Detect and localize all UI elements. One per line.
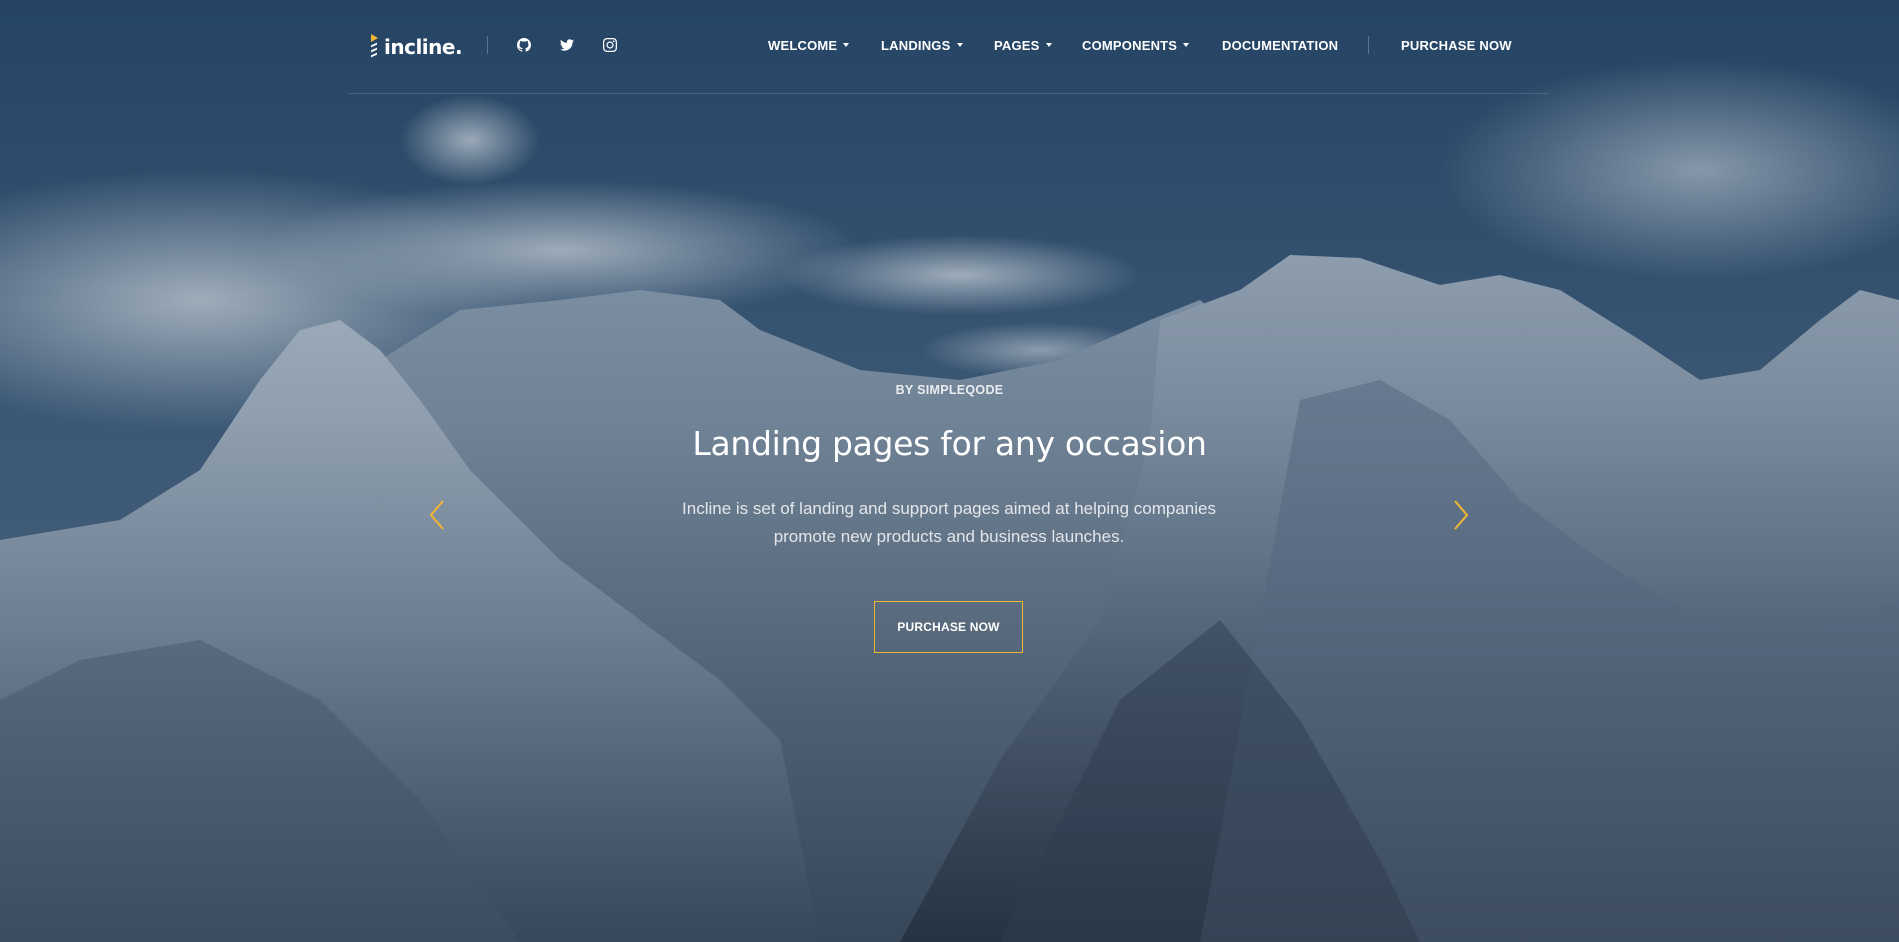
logo-mark-icon [370,34,380,60]
nav-label: LANDINGS [881,37,951,53]
nav-label: WELCOME [768,37,838,53]
chevron-right-icon [1454,500,1469,530]
nav-divider [1368,36,1369,54]
caret-down-icon [956,43,963,47]
logo[interactable]: incline. [370,32,463,62]
logo-text: incline. [384,35,463,59]
nav-item-landings[interactable]: LANDINGS [881,34,963,56]
hero-eyebrow: BY SIMPLEQODE [895,383,1004,397]
nav-item-pages[interactable]: PAGES [994,34,1052,56]
twitter-icon [560,39,574,51]
twitter-link[interactable] [556,34,578,56]
chevron-left-icon [429,500,444,530]
header-divider [487,36,488,54]
hero-section [0,0,1899,942]
nav-label: COMPONENTS [1082,37,1178,53]
nav-item-components[interactable]: COMPONENTS [1082,34,1190,56]
nav-purchase-button[interactable]: PURCHASE NOW [1401,34,1512,56]
carousel-prev-button[interactable] [426,496,450,534]
nav-item-welcome[interactable]: WELCOME [768,34,850,56]
nav-item-documentation[interactable]: DOCUMENTATION [1222,34,1338,56]
hero-overlay [0,0,1899,942]
caret-down-icon [843,43,850,47]
caret-down-icon [1183,43,1190,47]
nav-label: DOCUMENTATION [1222,37,1339,53]
github-icon [517,38,531,52]
nav-label: PAGES [994,37,1040,53]
hero-subtitle: Incline is set of landing and support pa… [682,499,1216,546]
instagram-icon [603,38,617,52]
site-header: incline. WELCOME LANDINGS PAGES COMPONEN… [348,0,1549,94]
hero-purchase-button[interactable]: PURCHASE NOW [874,601,1023,653]
hero-title: Landing pages for any occasion [692,424,1207,463]
carousel-next-button[interactable] [1448,496,1472,534]
caret-down-icon [1045,43,1052,47]
github-link[interactable] [513,34,535,56]
instagram-link[interactable] [599,34,621,56]
